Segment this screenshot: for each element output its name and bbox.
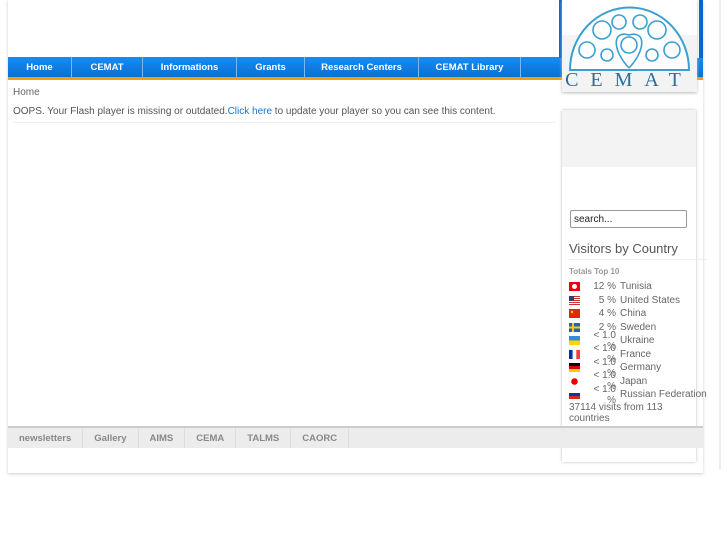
visitor-row: < 1.0 % Russian Federation xyxy=(569,384,727,406)
footer-talms[interactable]: TALMS xyxy=(236,428,292,448)
usa-flag-icon xyxy=(569,295,580,305)
visitor-country: France xyxy=(620,348,652,360)
flash-text-after: to update your player so you can see thi… xyxy=(272,106,496,117)
visitor-country: Ukraine xyxy=(620,335,655,347)
visits-summary: 37114 visits from 113 countries xyxy=(569,402,663,424)
sweden-flag-icon xyxy=(569,322,580,332)
breadcrumb: Home xyxy=(13,87,40,98)
nav-cemat[interactable]: CEMAT xyxy=(72,57,143,77)
tunisia-flag-icon xyxy=(569,282,580,292)
visitor-country: United States xyxy=(620,294,681,306)
visitor-row: 12 % Tunisia xyxy=(569,280,727,294)
update-flash-link[interactable]: Click here xyxy=(228,106,272,117)
visitor-country: Tunisia xyxy=(620,281,652,293)
sidebar: Visitors by Country Totals Top 10 12 % Tu… xyxy=(562,110,707,462)
footer-cema[interactable]: CEMA xyxy=(185,428,237,448)
visitor-country: Sweden xyxy=(620,321,657,333)
visitor-percent: 5 % xyxy=(598,294,616,306)
ukraine-flag-icon xyxy=(569,336,580,346)
visitor-row: 5 % United States xyxy=(569,294,727,308)
russia-flag-icon xyxy=(569,390,580,400)
visitor-percent: 12 % xyxy=(593,281,616,293)
nav-grants[interactable]: Grants xyxy=(237,57,305,77)
footer-gallery[interactable]: Gallery xyxy=(83,428,139,448)
cemat-logo[interactable]: CEMAT xyxy=(562,0,697,92)
flash-text: OOPS. Your Flash player is missing or ou… xyxy=(13,106,228,117)
footer-nav: newsletters Gallery AIMS CEMA TALMS CAOR… xyxy=(8,426,703,448)
search-input[interactable] xyxy=(570,210,687,228)
visitor-country: Germany xyxy=(620,362,662,374)
france-flag-icon xyxy=(569,349,580,359)
sidebar-banner xyxy=(562,110,696,167)
footer-aims[interactable]: AIMS xyxy=(139,428,186,448)
japan-flag-icon xyxy=(569,376,580,386)
nav-informations[interactable]: Informations xyxy=(143,57,237,77)
footer-caorc[interactable]: CAORC xyxy=(291,428,350,448)
china-flag-icon xyxy=(569,309,580,319)
germany-flag-icon xyxy=(569,363,580,373)
visitor-country: China xyxy=(620,308,647,320)
footer-newsletters[interactable]: newsletters xyxy=(8,428,84,448)
logo-text: CEMAT xyxy=(565,69,693,91)
nav-home[interactable]: Home xyxy=(8,57,72,77)
visitor-country: Russian Federation xyxy=(620,389,707,401)
visitor-country: Japan xyxy=(620,375,648,387)
totals-label: Totals Top 10 xyxy=(569,267,620,276)
nav-cemat-library[interactable]: CEMAT Library xyxy=(419,57,521,77)
visitors-list: 12 % Tunisia 5 % United States 4 % China 2 % Sw… xyxy=(569,280,727,406)
visitors-title: Visitors by Country xyxy=(569,241,707,260)
flash-message: OOPS. Your Flash player is missing or ou… xyxy=(13,106,555,123)
nav-research-centers[interactable]: Research Centers xyxy=(305,57,419,77)
visitor-percent: 4 % xyxy=(598,308,616,320)
visitor-row: 4 % China xyxy=(569,307,727,321)
